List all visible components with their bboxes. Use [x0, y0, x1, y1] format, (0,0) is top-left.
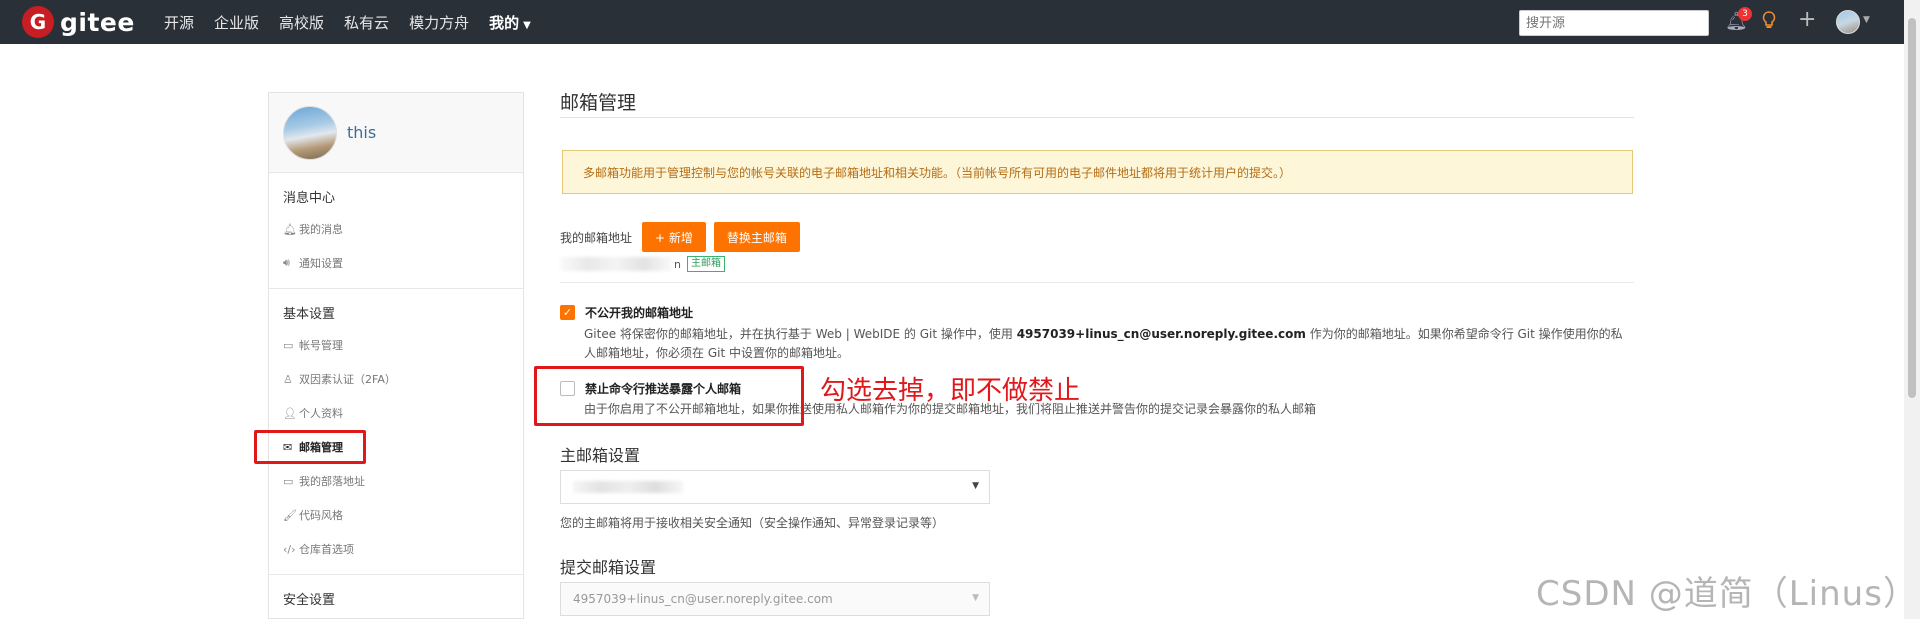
code-icon: ‹/›: [283, 542, 296, 556]
nav-link-education[interactable]: 高校版: [279, 12, 324, 33]
commit-email-select[interactable]: 4957039+linus_cn@user.noreply.gitee.com …: [560, 582, 990, 616]
section-title-messages: 消息中心: [283, 191, 336, 206]
noreply-address: 4957039+linus_cn@user.noreply.gitee.com: [1016, 327, 1306, 341]
sidebar-item-label: 我的消息: [299, 223, 343, 236]
chevron-down-icon[interactable]: ▼: [1863, 15, 1870, 25]
primary-email-hint: 您的主邮箱将用于接收相关安全通知（安全操作通知、异常登录记录等）: [560, 516, 945, 530]
nav-links: 开源 企业版 高校版 私有云 模力方舟 我的 ▼: [164, 0, 551, 44]
email-entry: n 主邮箱: [560, 256, 725, 272]
nav-link-enterprise[interactable]: 企业版: [214, 12, 259, 33]
sidebar-item-tribe-address[interactable]: ▭ 我的部落地址: [269, 464, 523, 498]
sidebar-item-label: 双因素认证（2FA）: [299, 373, 396, 386]
avatar[interactable]: [283, 106, 337, 160]
sidebar-item-label: 帐号管理: [299, 339, 343, 352]
nav-link-open-source[interactable]: 开源: [164, 12, 194, 33]
email-actions: 我的邮箱地址 + 新增 替换主邮箱: [560, 222, 808, 252]
watermark: CSDN @道简（Linus）: [1536, 574, 1918, 614]
lightbulb-icon[interactable]: [1762, 11, 1776, 34]
annotation-text: 勾选去掉，即不做禁止: [820, 376, 1081, 406]
id-card-icon: ▭: [283, 474, 294, 488]
nav-link-mine[interactable]: 我的 ▼: [489, 12, 531, 33]
hide-email-desc-1: Gitee 将保密你的邮箱地址，并在执行基于 Web | WebIDE 的 Gi…: [584, 327, 1017, 341]
chevron-down-icon: ▼: [523, 19, 531, 31]
sidebar-item-label: 个人资料: [299, 407, 343, 420]
sidebar-item-label: 仓库首选项: [299, 543, 354, 556]
sidebar-item-notification-settings[interactable]: 🔊︎ 通知设置: [269, 246, 523, 280]
sidebar-item-profile[interactable]: 👤︎ 个人资料: [269, 396, 523, 430]
commit-email-settings-title: 提交邮箱设置: [560, 558, 657, 577]
my-email-label: 我的邮箱地址: [560, 230, 633, 245]
user-key-icon: ♙: [283, 372, 293, 386]
primary-email-select[interactable]: ▼: [560, 470, 990, 504]
blurred-email: [573, 481, 683, 493]
sidebar-item-repo-preferences[interactable]: ‹/› 仓库首选项: [269, 532, 523, 566]
sidebar-item-code-style[interactable]: 🖌︎ 代码风格: [269, 498, 523, 532]
nav-link-private-cloud[interactable]: 私有云: [344, 12, 389, 33]
profile-username[interactable]: this: [347, 123, 376, 142]
top-nav: G gitee 开源 企业版 高校版 私有云 模力方舟 我的▼ 🔔︎ 3 + ▼: [0, 0, 1904, 44]
brush-icon: 🖌︎: [283, 508, 297, 522]
hide-email-description: Gitee 将保密你的邮箱地址，并在执行基于 Web | WebIDE 的 Gi…: [560, 325, 1634, 363]
logo-text: gitee: [60, 7, 135, 37]
sidebar-item-my-messages[interactable]: 🔔︎ 我的消息: [269, 212, 523, 246]
plus-icon[interactable]: +: [1798, 7, 1816, 32]
main-content: 邮箱管理 多邮箱功能用于管理控制与您的帐号关联的电子邮箱地址和相关功能。（当前帐…: [560, 88, 1634, 616]
replace-primary-button[interactable]: 替换主邮箱: [713, 222, 800, 252]
blurred-email: [560, 257, 672, 271]
id-card-icon: ▭: [283, 338, 294, 352]
sidebar-item-label: 我的部落地址: [299, 475, 365, 488]
chevron-down-icon: ▼: [972, 481, 979, 491]
chevron-down-icon: ▼: [972, 593, 979, 603]
person-icon: 👤︎: [283, 406, 297, 420]
email-suffix: n: [674, 257, 681, 271]
hide-email-checkbox[interactable]: ✓: [560, 305, 575, 320]
commit-email-value: 4957039+linus_cn@user.noreply.gitee.com: [573, 592, 833, 606]
highlight-box-option: [534, 366, 804, 426]
gitee-logo[interactable]: G gitee: [22, 6, 135, 38]
section-title-security-settings: 安全设置: [283, 593, 336, 608]
info-notice: 多邮箱功能用于管理控制与您的帐号关联的电子邮箱地址和相关功能。（当前帐号所有可用…: [562, 150, 1633, 194]
hide-email-title: 不公开我的邮箱地址: [585, 306, 694, 320]
scrollbar-thumb[interactable]: [1908, 18, 1916, 398]
notification-badge: 3: [1738, 7, 1752, 21]
nav-link-mine-label: 我的: [489, 13, 520, 32]
section-title-basic-settings: 基本设置: [283, 307, 336, 322]
sidebar-item-2fa[interactable]: ♙ 双因素认证（2FA）: [269, 362, 523, 396]
logo-mark: G: [22, 6, 54, 38]
bell-icon: 🔔︎: [283, 222, 297, 236]
sidebar-item-label: 通知设置: [299, 257, 343, 270]
nav-link-moli[interactable]: 模力方舟: [409, 12, 469, 33]
primary-email-settings-title: 主邮箱设置: [560, 446, 641, 465]
primary-email-tag: 主邮箱: [686, 256, 725, 272]
speaker-icon: 🔊︎: [283, 256, 290, 269]
divider: [560, 282, 1634, 283]
avatar[interactable]: [1836, 10, 1860, 34]
hide-email-option: ✓ 不公开我的邮箱地址 Gitee 将保密你的邮箱地址，并在执行基于 Web |…: [560, 304, 1634, 363]
page-title: 邮箱管理: [560, 88, 1634, 118]
search-input[interactable]: [1519, 10, 1709, 36]
settings-sidebar: this 消息中心 🔔︎ 我的消息 🔊︎ 通知设置 基本设置 ▭ 帐号管理 ♙ …: [268, 92, 524, 619]
sidebar-item-label: 代码风格: [299, 509, 343, 522]
add-email-button[interactable]: + 新增: [642, 222, 706, 252]
highlight-box-sidebar: [254, 430, 366, 464]
sidebar-item-account[interactable]: ▭ 帐号管理: [269, 328, 523, 362]
profile-card: this: [269, 93, 523, 173]
